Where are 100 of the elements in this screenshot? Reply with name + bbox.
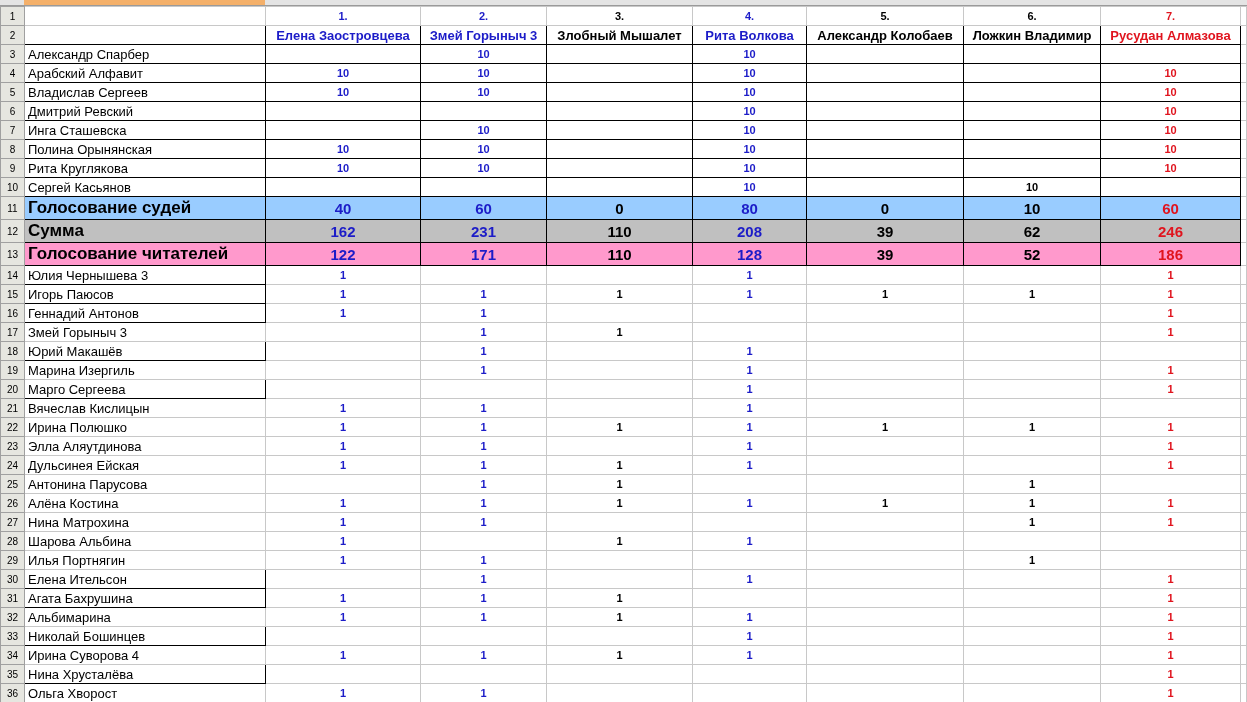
table-cell: 1	[692, 284, 807, 304]
table-cell: 1	[546, 474, 693, 494]
table-cell: 10	[1100, 82, 1241, 102]
judge-name: Александр Спарбер	[24, 44, 266, 64]
table-cell: 10	[420, 120, 547, 140]
reader-name: Ирина Суворова 4	[24, 645, 266, 665]
table-cell: 171	[420, 242, 547, 266]
contestant-name: Елена Заостровцева	[265, 25, 421, 45]
table-cell: 1	[265, 493, 421, 513]
table-cell: 1	[420, 360, 547, 380]
table-cell: 1	[265, 645, 421, 665]
table-cell: 1	[806, 417, 964, 437]
table-cell: 1	[420, 645, 547, 665]
table-cell: 1	[420, 417, 547, 437]
table-cell: 1	[546, 284, 693, 304]
table-cell: 60	[420, 196, 547, 220]
judge-name: Сергей Касьянов	[24, 177, 266, 197]
table-cell: 231	[420, 219, 547, 243]
reader-name: Юрий Макашёв	[24, 341, 266, 361]
table-cell: 1	[265, 531, 421, 551]
table-cell: 1	[1100, 379, 1241, 399]
row-number[interactable]: 11	[0, 196, 25, 220]
table-cell: 10	[692, 101, 807, 121]
table-cell: 1	[546, 531, 693, 551]
table-cell: 10	[265, 82, 421, 102]
row-number[interactable]: 13	[0, 242, 25, 266]
reader-name: Агата Бахрушина	[24, 588, 266, 608]
table-cell: 1	[420, 341, 547, 361]
table-cell: 1	[265, 455, 421, 475]
table-cell: 1	[692, 417, 807, 437]
table-cell: 1	[1100, 626, 1241, 646]
judges-total-label: Голосование судей	[24, 196, 266, 220]
table-cell: 10	[963, 177, 1101, 197]
table-cell: 1	[265, 550, 421, 570]
table-cell: 186	[1100, 242, 1241, 266]
reader-name: Вячеслав Кислицын	[24, 398, 266, 418]
table-cell: 1	[806, 493, 964, 513]
table-cell: 0	[546, 196, 693, 220]
table-cell: 1	[420, 512, 547, 532]
table-cell: 0	[806, 196, 964, 220]
column-number: 1.	[265, 6, 421, 26]
table-cell: 1	[692, 493, 807, 513]
table-cell: 10	[265, 139, 421, 159]
table-cell: 1	[1100, 265, 1241, 285]
table-cell: 1	[692, 398, 807, 418]
table-cell: 1	[420, 569, 547, 589]
contestant-name: Александр Колобаев	[806, 25, 964, 45]
reader-name: Марго Сергеева	[24, 379, 266, 399]
table-cell: 110	[546, 242, 693, 266]
reader-name: Нина Матрохина	[24, 512, 266, 532]
table-cell: 1	[420, 607, 547, 627]
judge-name: Рита Круглякова	[24, 158, 266, 178]
table-cell: 1	[546, 645, 693, 665]
reader-name: Елена Ительсон	[24, 569, 266, 589]
table-cell: 122	[265, 242, 421, 266]
column-number: 5.	[806, 6, 964, 26]
column-number: 7.	[1100, 6, 1241, 26]
table-cell: 1	[546, 455, 693, 475]
contestant-name: Ложкин Владимир	[963, 25, 1101, 45]
table-cell: 1	[692, 531, 807, 551]
table-cell: 1	[1100, 645, 1241, 665]
reader-name: Геннадий Антонов	[24, 303, 266, 323]
table-cell: 1	[420, 493, 547, 513]
table-cell: 1	[692, 379, 807, 399]
reader-name: Марина Изергиль	[24, 360, 266, 380]
judge-name: Полина Орынянская	[24, 139, 266, 159]
reader-name: Ирина Полюшко	[24, 417, 266, 437]
table-cell: 10	[692, 82, 807, 102]
table-cell: 1	[963, 512, 1101, 532]
table-cell: 1	[265, 417, 421, 437]
table-cell: 10	[1100, 120, 1241, 140]
table-cell: 1	[806, 284, 964, 304]
table-cell: 10	[265, 158, 421, 178]
table-cell: 1	[963, 493, 1101, 513]
judge-name: Владислав Сергеев	[24, 82, 266, 102]
reader-name: Элла Аляутдинова	[24, 436, 266, 456]
row-number[interactable]: 12	[0, 219, 25, 243]
table-cell: 1	[1100, 664, 1241, 684]
contestant-name: Змей Горыныч 3	[420, 25, 547, 45]
reader-name: Юлия Чернышева 3	[24, 265, 266, 285]
table-cell: 52	[963, 242, 1101, 266]
table-cell: 1	[692, 607, 807, 627]
reader-name: Антонина Парусова	[24, 474, 266, 494]
table-cell: 246	[1100, 219, 1241, 243]
reader-name: Альбимарина	[24, 607, 266, 627]
contestant-name: Русудан Алмазова	[1100, 25, 1241, 45]
table-cell: 1	[265, 436, 421, 456]
table-cell: 1	[692, 626, 807, 646]
reader-name: Шарова Альбина	[24, 531, 266, 551]
table-cell: 1	[420, 284, 547, 304]
table-cell: 10	[692, 63, 807, 83]
table-cell: 1	[963, 550, 1101, 570]
table-cell: 10	[692, 158, 807, 178]
table-cell: 39	[806, 242, 964, 266]
table-cell: 10	[420, 44, 547, 64]
row-number[interactable]: 1	[0, 6, 25, 26]
table-cell: 40	[265, 196, 421, 220]
judge-name: Инга Сташевска	[24, 120, 266, 140]
table-cell: 1	[420, 322, 547, 342]
table-cell: 62	[963, 219, 1101, 243]
